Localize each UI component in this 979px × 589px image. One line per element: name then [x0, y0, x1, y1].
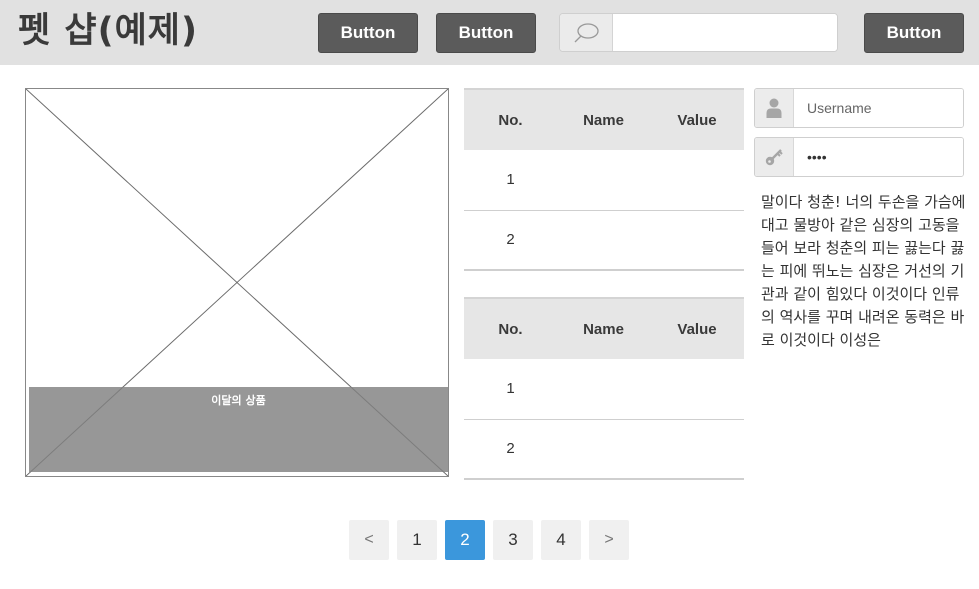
cell-no: 2 — [464, 419, 557, 480]
pagination-page-4[interactable]: 4 — [541, 520, 581, 560]
header-button-3[interactable]: Button — [864, 13, 964, 53]
user-icon — [755, 89, 794, 127]
username-input[interactable] — [795, 89, 963, 127]
column-header-name: Name — [557, 297, 650, 359]
key-icon — [755, 138, 794, 176]
pagination-next-button[interactable]: > — [589, 520, 629, 560]
pagination-page-1[interactable]: 1 — [397, 520, 437, 560]
cell-name — [557, 150, 650, 211]
table-row[interactable]: 2 — [464, 210, 744, 271]
data-table-2: No. Name Value 1 2 — [464, 297, 744, 480]
column-header-no: No. — [464, 297, 557, 359]
column-header-no: No. — [464, 88, 557, 150]
cell-value — [650, 419, 744, 480]
column-header-name: Name — [557, 88, 650, 150]
cell-value — [650, 150, 744, 211]
cell-value — [650, 359, 744, 420]
header-button-1[interactable]: Button — [318, 13, 418, 53]
password-field-group — [754, 137, 964, 177]
cell-value — [650, 210, 744, 271]
cell-name — [557, 359, 650, 420]
header-button-2[interactable]: Button — [436, 13, 536, 53]
pagination-page-2-current[interactable]: 2 — [445, 520, 485, 560]
username-field-group — [754, 88, 964, 128]
password-input[interactable] — [795, 138, 963, 176]
pagination-page-3[interactable]: 3 — [493, 520, 533, 560]
header-bar: 펫 샵(예제) Button Button Button — [0, 0, 979, 65]
search-icon[interactable] — [560, 14, 613, 51]
pagination-prev-button[interactable]: < — [349, 520, 389, 560]
product-image-placeholder[interactable]: 이달의 상품 — [25, 88, 449, 477]
column-header-value: Value — [650, 88, 744, 150]
column-header-value: Value — [650, 297, 744, 359]
table-row[interactable]: 1 — [464, 359, 744, 420]
search-input[interactable] — [614, 14, 837, 51]
page-title: 펫 샵(예제) — [18, 11, 198, 51]
cell-name — [557, 419, 650, 480]
cell-no: 1 — [464, 150, 557, 211]
description-text: 말이다 청춘! 너의 두손을 가슴에 대고 물방아 같은 심장의 고동을 들어 … — [761, 193, 966, 349]
image-caption: 이달의 상품 — [29, 387, 448, 472]
cell-no: 2 — [464, 210, 557, 271]
cell-no: 1 — [464, 359, 557, 420]
table-row[interactable]: 1 — [464, 150, 744, 211]
data-table-1: No. Name Value 1 2 — [464, 88, 744, 271]
table-row[interactable]: 2 — [464, 419, 744, 480]
search-box — [559, 13, 838, 52]
cell-name — [557, 210, 650, 271]
